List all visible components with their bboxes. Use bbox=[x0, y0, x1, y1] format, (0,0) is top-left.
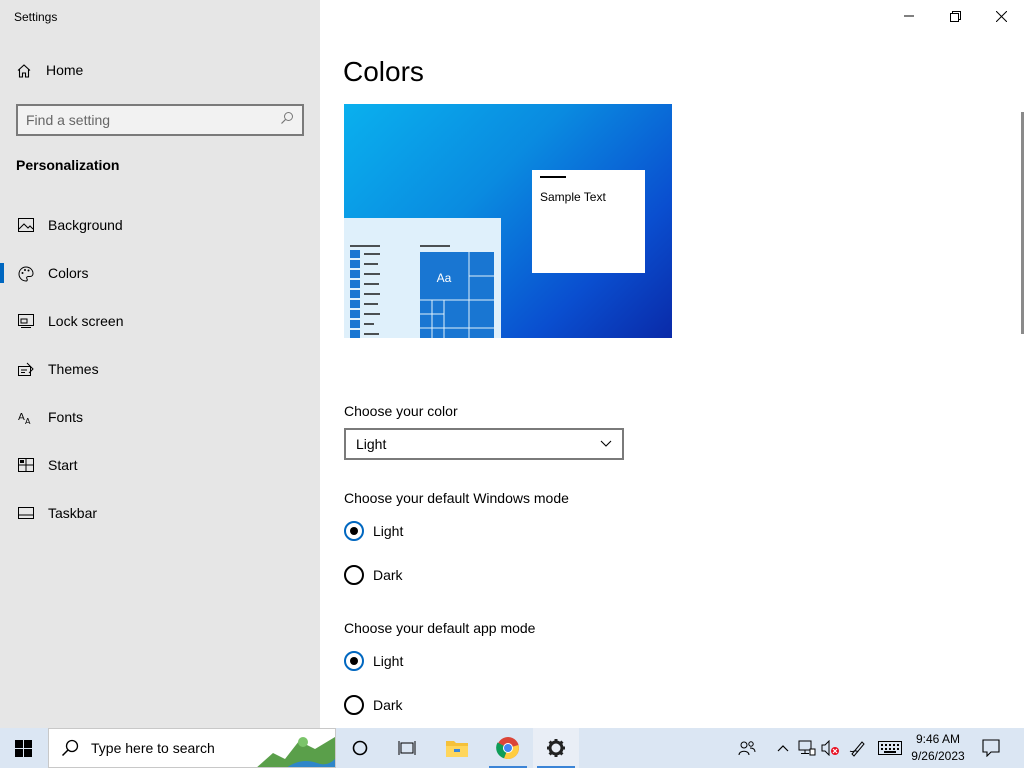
taskbar-icon bbox=[18, 506, 34, 520]
taskbar-clock[interactable]: 9:46 AM 9/26/2023 bbox=[905, 731, 971, 765]
people-button[interactable] bbox=[734, 728, 760, 768]
search-highlight-illustration-icon bbox=[257, 737, 335, 767]
sidebar-item-label: Colors bbox=[48, 265, 89, 281]
sample-window: Sample Text bbox=[532, 170, 645, 273]
svg-text:A: A bbox=[25, 417, 31, 426]
choose-color-dropdown[interactable]: Light bbox=[344, 428, 624, 460]
home-label: Home bbox=[46, 62, 84, 78]
cortana-circle-icon bbox=[352, 740, 368, 756]
svg-text:A: A bbox=[18, 412, 25, 423]
search-icon bbox=[61, 739, 79, 757]
taskbar: Type here to search 9:46 AM 9/26/2023 bbox=[0, 728, 1024, 768]
find-setting-box[interactable] bbox=[16, 104, 304, 136]
volume-button[interactable] bbox=[820, 728, 842, 768]
volume-muted-icon bbox=[821, 740, 839, 756]
restore-icon bbox=[949, 10, 961, 22]
chrome-button[interactable] bbox=[485, 728, 531, 768]
network-icon bbox=[798, 740, 816, 756]
taskbar-search-placeholder: Type here to search bbox=[91, 740, 215, 756]
minimize-icon bbox=[904, 15, 914, 17]
radio-circle[interactable] bbox=[344, 565, 364, 585]
section-title: Personalization bbox=[16, 157, 120, 173]
windows-logo-icon bbox=[14, 739, 32, 757]
show-hidden-icons-button[interactable] bbox=[772, 728, 794, 768]
clock-time: 9:46 AM bbox=[915, 732, 961, 746]
sidebar-item-taskbar[interactable]: Taskbar bbox=[0, 489, 320, 537]
page-title: Colors bbox=[343, 56, 424, 87]
touch-keyboard-button[interactable] bbox=[875, 728, 905, 768]
color-preview: Sample Text Aa bbox=[344, 104, 672, 338]
sidebar-item-label: Background bbox=[48, 217, 123, 233]
cortana-button[interactable] bbox=[337, 728, 383, 768]
themes-icon bbox=[18, 362, 34, 376]
action-center-button[interactable] bbox=[976, 728, 1006, 768]
folder-icon bbox=[446, 741, 468, 757]
sidebar-item-lock-screen[interactable]: Lock screen bbox=[0, 297, 320, 345]
gear-icon bbox=[547, 739, 565, 757]
radio-circle[interactable] bbox=[344, 521, 364, 541]
chrome-icon bbox=[496, 737, 519, 760]
sidebar-item-fonts[interactable]: AA Fonts bbox=[0, 393, 320, 441]
file-explorer-button[interactable] bbox=[434, 728, 480, 768]
sidebar-item-label: Start bbox=[48, 457, 78, 473]
tile-text: Aa bbox=[437, 271, 452, 285]
app-title: Settings bbox=[14, 10, 58, 24]
sidebar: Settings Home Personalization Background… bbox=[0, 0, 320, 728]
choose-color-label: Choose your color bbox=[344, 403, 458, 419]
chevron-down-icon bbox=[600, 440, 612, 447]
lock-screen-icon bbox=[18, 314, 34, 328]
sample-text: Sample Text bbox=[540, 190, 606, 204]
app-mode-light-radio[interactable]: Light bbox=[344, 651, 403, 671]
windows-mode-label: Choose your default Windows mode bbox=[344, 490, 569, 506]
app-mode-dark-radio[interactable]: Dark bbox=[344, 695, 403, 715]
find-setting-input[interactable] bbox=[26, 112, 280, 128]
home-link[interactable]: Home bbox=[16, 62, 83, 78]
main-content: Colors Sample Text Aa Choose your color … bbox=[320, 0, 1024, 728]
task-view-button[interactable] bbox=[384, 728, 430, 768]
dropdown-value: Light bbox=[356, 436, 387, 452]
chevron-up-icon bbox=[777, 745, 789, 752]
windows-mode-light-radio[interactable]: Light bbox=[344, 521, 403, 541]
start-button[interactable] bbox=[0, 728, 46, 768]
pen-icon bbox=[849, 741, 865, 757]
restore-button[interactable] bbox=[932, 0, 978, 32]
image-icon bbox=[18, 218, 34, 232]
network-button[interactable] bbox=[796, 728, 818, 768]
task-view-icon bbox=[398, 741, 416, 755]
sidebar-item-start[interactable]: Start bbox=[0, 441, 320, 489]
minimize-button[interactable] bbox=[886, 0, 932, 32]
close-button[interactable] bbox=[978, 0, 1024, 32]
sidebar-nav: Background Colors Lock screen Themes AA … bbox=[0, 201, 320, 537]
start-menu-preview: Aa bbox=[344, 218, 501, 338]
radio-label: Light bbox=[373, 523, 404, 539]
sidebar-item-label: Lock screen bbox=[48, 313, 124, 329]
search-icon bbox=[280, 111, 294, 130]
radio-label: Light bbox=[373, 653, 404, 669]
app-mode-label: Choose your default app mode bbox=[344, 620, 536, 636]
notification-icon bbox=[982, 739, 1000, 757]
settings-button[interactable] bbox=[533, 728, 579, 768]
pen-workspace-button[interactable] bbox=[846, 728, 870, 768]
sidebar-item-label: Fonts bbox=[48, 409, 84, 425]
palette-icon bbox=[18, 266, 34, 282]
radio-label: Dark bbox=[373, 567, 403, 583]
start-icon bbox=[18, 458, 34, 472]
radio-circle[interactable] bbox=[344, 695, 364, 715]
sidebar-item-colors[interactable]: Colors bbox=[0, 249, 320, 297]
sidebar-item-themes[interactable]: Themes bbox=[0, 345, 320, 393]
radio-label: Dark bbox=[373, 697, 403, 713]
fonts-icon: AA bbox=[18, 410, 32, 426]
people-icon bbox=[738, 741, 756, 756]
windows-mode-dark-radio[interactable]: Dark bbox=[344, 565, 403, 585]
home-icon bbox=[16, 63, 31, 78]
sidebar-item-label: Themes bbox=[48, 361, 99, 377]
taskbar-search[interactable]: Type here to search bbox=[48, 728, 336, 768]
clock-date: 9/26/2023 bbox=[911, 749, 965, 763]
radio-circle[interactable] bbox=[344, 651, 364, 671]
close-icon bbox=[995, 10, 1007, 22]
keyboard-icon bbox=[878, 741, 902, 755]
sidebar-item-label: Taskbar bbox=[48, 505, 98, 521]
sidebar-item-background[interactable]: Background bbox=[0, 201, 320, 249]
